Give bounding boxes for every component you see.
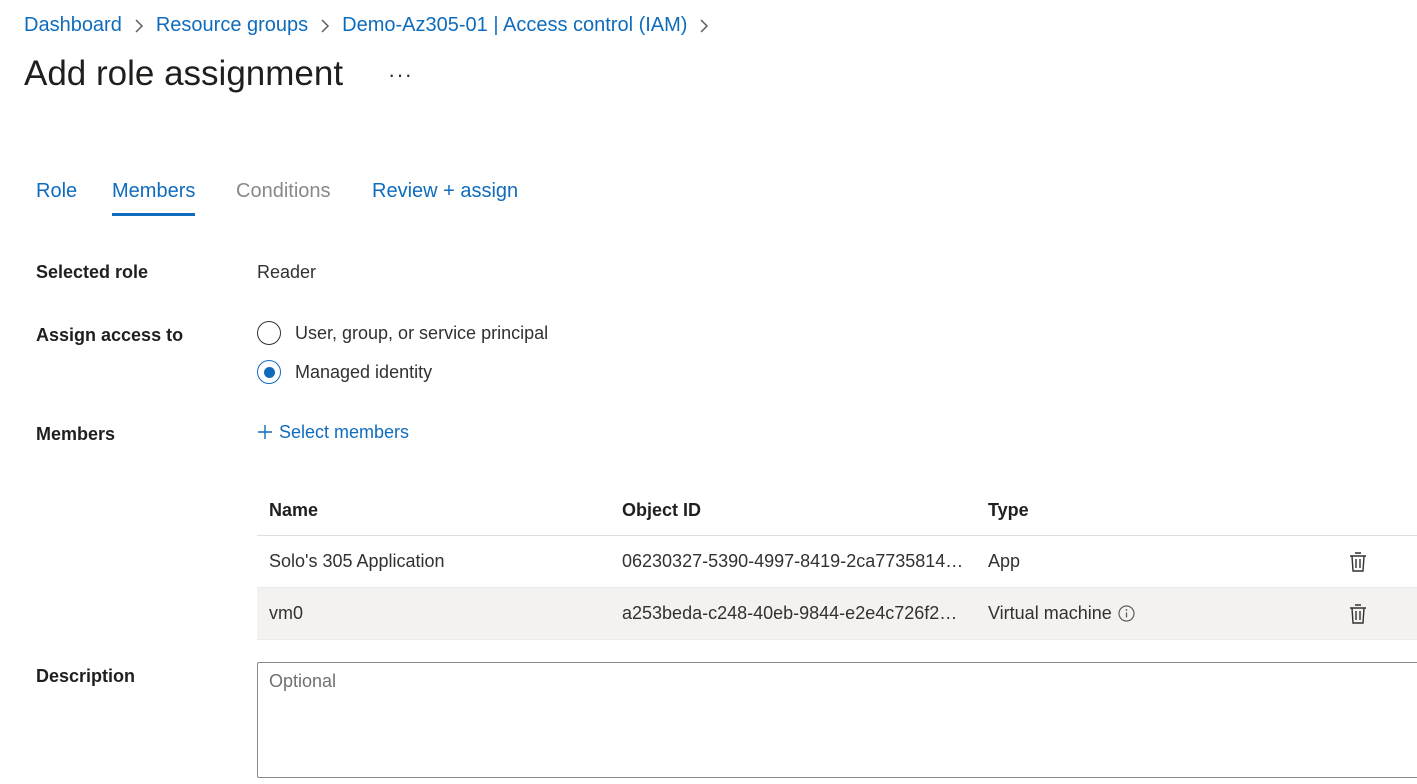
assign-access-label: Assign access to [36, 325, 184, 345]
radio-checked-icon[interactable] [257, 360, 281, 384]
table-header: Name Object ID Type [257, 485, 1417, 536]
member-name: vm0 [269, 603, 304, 623]
table-row: Solo's 305 Application 06230327-5390-499… [257, 536, 1417, 588]
select-members-label: Select members [279, 422, 410, 442]
column-header-name: Name [269, 499, 319, 520]
member-object-id: a253beda-c248-40eb-9844-e2e4c726f2… [622, 603, 958, 623]
chevron-right-icon [699, 18, 709, 33]
members-table: Name Object ID Type Solo's 305 Applicati… [257, 485, 1417, 640]
members-label: Members [36, 424, 116, 444]
radio-user-group-sp[interactable]: User, group, or service principal [257, 321, 548, 345]
plus-icon [257, 423, 273, 443]
table-row: vm0 a253beda-c248-40eb-9844-e2e4c726f2… … [257, 588, 1417, 640]
tab-review-assign[interactable]: Review + assign [372, 180, 518, 213]
radio-label: Managed identity [295, 361, 433, 382]
column-header-object-id: Object ID [622, 499, 702, 520]
breadcrumb-dashboard[interactable]: Dashboard [24, 14, 122, 37]
tab-members[interactable]: Members [112, 180, 196, 216]
tab-conditions: Conditions [236, 180, 331, 202]
breadcrumb: Dashboard Resource groups Demo-Az305-01 … [24, 14, 721, 37]
delete-member-button[interactable] [1348, 603, 1408, 625]
radio-label: User, group, or service principal [295, 322, 549, 343]
delete-member-button[interactable] [1348, 551, 1408, 573]
selected-role-label: Selected role [36, 262, 149, 282]
member-object-id: 06230327-5390-4997-8419-2ca7735814… [622, 551, 964, 571]
more-options-button[interactable]: ··· [388, 62, 413, 88]
info-icon[interactable] [1118, 605, 1135, 622]
member-type: Virtual machine [988, 603, 1112, 623]
breadcrumb-resource-groups[interactable]: Resource groups [156, 14, 308, 37]
member-type-cell: App [988, 551, 1348, 572]
trash-icon [1350, 603, 1366, 624]
description-label: Description [36, 666, 136, 686]
breadcrumb-access-control[interactable]: Demo-Az305-01 | Access control (IAM) [342, 14, 687, 37]
chevron-right-icon [320, 18, 330, 33]
trash-icon [1350, 551, 1366, 572]
chevron-right-icon [134, 18, 144, 33]
radio-unchecked-icon[interactable] [257, 321, 281, 345]
member-name: Solo's 305 Application [269, 551, 445, 571]
member-type: App [988, 551, 1021, 571]
page-title: Add role assignment [24, 54, 344, 93]
member-type-cell: Virtual machine [988, 603, 1348, 624]
radio-managed-identity[interactable]: Managed identity [257, 360, 432, 384]
column-header-type: Type [988, 499, 1029, 520]
description-field[interactable] [257, 662, 1417, 778]
select-members-button[interactable]: Select members [257, 422, 409, 443]
tab-role[interactable]: Role [36, 180, 77, 213]
selected-role-value: Reader [257, 262, 317, 282]
